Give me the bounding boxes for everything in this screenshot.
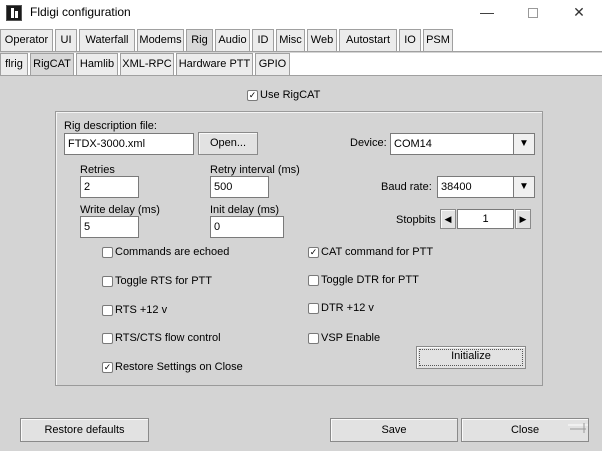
checkbox-box: [308, 333, 319, 344]
rts-cts-flow-checkbox[interactable]: RTS/CTS flow control: [102, 332, 242, 346]
save-button[interactable]: Save: [330, 418, 458, 442]
device-label: Device:: [350, 137, 387, 149]
checkbox-label: Restore Settings on Close: [115, 361, 243, 373]
checkbox-box: [308, 275, 319, 286]
tab-psm[interactable]: PSM: [423, 29, 453, 51]
baud-rate-dropdown-button[interactable]: ▼: [513, 176, 535, 198]
right-arrow-icon: ▶: [519, 214, 527, 224]
tab-gpio[interactable]: GPIO: [255, 53, 290, 75]
stopbits-increment-button[interactable]: ▶: [515, 209, 531, 229]
checkbox-label: RTS +12 v: [115, 304, 168, 316]
chevron-down-icon: ▼: [519, 181, 529, 192]
tab-hardware-ptt[interactable]: Hardware PTT: [176, 53, 253, 75]
checkbox-label: RTS/CTS flow control: [115, 332, 221, 344]
stopbits-value[interactable]: 1: [457, 209, 514, 229]
checkbox-label: Toggle RTS for PTT: [115, 275, 212, 287]
checkbox-label: CAT command for PTT: [321, 246, 434, 258]
device-select[interactable]: COM14: [390, 133, 514, 155]
checkbox-box: [102, 276, 113, 287]
init-delay-label: Init delay (ms): [210, 204, 280, 216]
minimize-icon: —: [480, 4, 494, 20]
baud-rate-select[interactable]: 38400: [437, 176, 514, 198]
checkbox-label: Commands are echoed: [115, 246, 230, 258]
window-title: Fldigi configuration: [30, 5, 131, 19]
checkbox-label: Toggle DTR for PTT: [321, 274, 419, 286]
resize-grip-icon[interactable]: [566, 421, 590, 435]
retries-input[interactable]: 2: [80, 176, 139, 198]
close-icon: ✕: [573, 4, 585, 20]
tab-flrig[interactable]: flrig: [0, 53, 28, 75]
tab-rig[interactable]: Rig: [186, 29, 213, 51]
use-rigcat-check-icon: ✓: [247, 90, 258, 101]
tab-rigcat[interactable]: RigCAT: [30, 53, 74, 75]
write-delay-label: Write delay (ms): [80, 204, 160, 216]
restore-defaults-button[interactable]: Restore defaults: [20, 418, 149, 442]
toggle-rts-ptt-checkbox[interactable]: Toggle RTS for PTT: [102, 275, 242, 289]
retry-interval-label: Retry interval (ms): [210, 164, 300, 176]
stopbits-label: Stopbits: [396, 214, 436, 226]
checkbox-box: [102, 333, 113, 344]
dtr-12v-checkbox[interactable]: DTR +12 v: [308, 302, 448, 316]
rig-description-field[interactable]: FTDX-3000.xml: [64, 133, 194, 155]
commands-echoed-checkbox[interactable]: Commands are echoed: [102, 246, 242, 260]
tab-misc[interactable]: Misc: [276, 29, 305, 51]
tab-web[interactable]: Web: [307, 29, 337, 51]
checkmark-icon: ✓: [308, 247, 319, 258]
tab-ui[interactable]: UI: [55, 29, 77, 51]
checkbox-label: VSP Enable: [321, 332, 381, 344]
chevron-down-icon: ▼: [519, 138, 529, 149]
sub-tab-bar: flrig RigCAT Hamlib XML-RPC Hardware PTT…: [0, 53, 602, 75]
use-rigcat-label: Use RigCAT: [260, 89, 321, 101]
checkbox-box: [102, 305, 113, 316]
tab-autostart[interactable]: Autostart: [339, 29, 397, 51]
minimize-button[interactable]: —: [464, 0, 510, 27]
checkbox-box: [102, 247, 113, 258]
rts-12v-checkbox[interactable]: RTS +12 v: [102, 304, 242, 318]
cat-command-ptt-checkbox[interactable]: ✓ CAT command for PTT: [308, 246, 448, 260]
retry-interval-input[interactable]: 500: [210, 176, 269, 198]
tab-hamlib[interactable]: Hamlib: [76, 53, 118, 75]
tab-waterfall[interactable]: Waterfall: [79, 29, 135, 51]
rig-description-label: Rig description file:: [64, 120, 157, 132]
main-tab-bar: Operator UI Waterfall Modems Rig Audio I…: [0, 29, 602, 51]
stopbits-decrement-button[interactable]: ◀: [440, 209, 456, 229]
restore-settings-checkbox[interactable]: ✓ Restore Settings on Close: [102, 361, 252, 375]
checkbox-box: [308, 303, 319, 314]
vsp-enable-checkbox[interactable]: VSP Enable: [308, 332, 448, 346]
checkmark-icon: ✓: [102, 362, 113, 373]
checkbox-label: DTR +12 v: [321, 302, 374, 314]
close-window-button[interactable]: ✕: [556, 0, 602, 27]
tab-operator[interactable]: Operator: [0, 29, 53, 51]
tab-io[interactable]: IO: [399, 29, 421, 51]
left-arrow-icon: ◀: [444, 214, 452, 224]
tab-audio[interactable]: Audio: [215, 29, 250, 51]
tab-modems[interactable]: Modems: [137, 29, 184, 51]
tab-xml-rpc[interactable]: XML-RPC: [120, 53, 174, 75]
initialize-button[interactable]: Initialize: [416, 346, 526, 369]
tab-id[interactable]: ID: [252, 29, 274, 51]
init-delay-input[interactable]: 0: [210, 216, 284, 238]
device-dropdown-button[interactable]: ▼: [513, 133, 535, 155]
use-rigcat-checkbox[interactable]: ✓ Use RigCAT: [247, 89, 337, 103]
app-icon: [6, 5, 22, 21]
baud-rate-label: Baud rate:: [381, 181, 432, 193]
write-delay-input[interactable]: 5: [80, 216, 139, 238]
maximize-icon: [528, 8, 538, 18]
maximize-button[interactable]: [510, 0, 556, 27]
open-button[interactable]: Open...: [198, 132, 258, 155]
toggle-dtr-ptt-checkbox[interactable]: Toggle DTR for PTT: [308, 274, 448, 288]
title-bar: Fldigi configuration — ✕: [0, 0, 602, 27]
retries-label: Retries: [80, 164, 115, 176]
